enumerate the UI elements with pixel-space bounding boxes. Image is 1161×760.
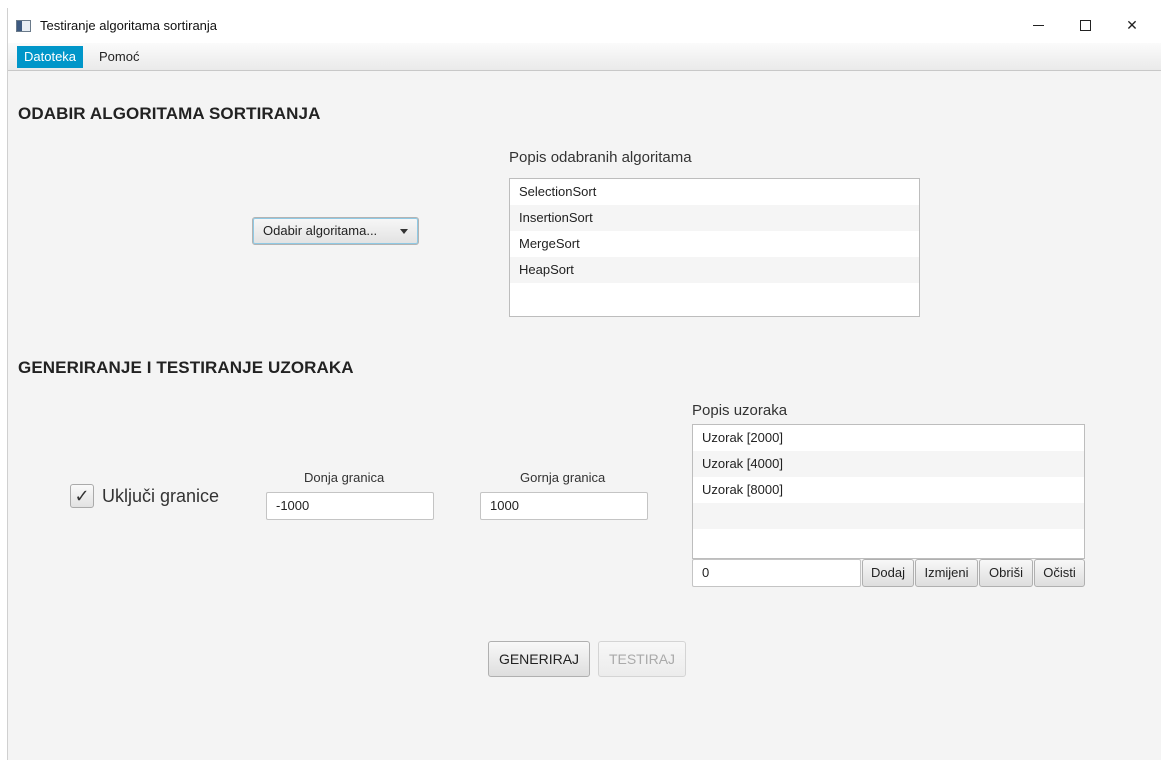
algorithm-select-value: Odabir algoritama... xyxy=(263,223,378,238)
maximize-button[interactable] xyxy=(1062,8,1108,43)
lower-bound-label: Donja granica xyxy=(304,470,385,485)
selected-algorithms-label: Popis odabranih algoritama xyxy=(509,149,692,166)
bounds-checkbox-label[interactable]: Uključi granice xyxy=(102,486,219,507)
upper-bound-label: Gornja granica xyxy=(520,470,606,485)
maximize-icon xyxy=(1079,20,1091,31)
close-button[interactable]: ✕ xyxy=(1109,8,1155,43)
samples-list[interactable]: Uzorak [2000] Uzorak [4000] Uzorak [8000… xyxy=(692,424,1085,559)
list-item-empty xyxy=(693,529,1084,555)
algorithms-section-title: ODABIR ALGORITAMA SORTIRANJA xyxy=(18,104,321,123)
title-bar[interactable]: Testiranje algoritama sortiranja ✕ xyxy=(8,8,1161,43)
samples-section-title: GENERIRANJE I TESTIRANJE UZORAKA xyxy=(18,358,354,377)
minimize-button[interactable] xyxy=(1015,8,1061,43)
list-item[interactable]: Uzorak [4000] xyxy=(693,451,1084,477)
menu-pomoc[interactable]: Pomoć xyxy=(92,46,146,68)
app-icon xyxy=(16,20,31,32)
delete-sample-button[interactable]: Obriši xyxy=(979,559,1033,587)
bounds-checkbox[interactable]: ✓ xyxy=(70,484,94,508)
add-sample-button[interactable]: Dodaj xyxy=(862,559,914,587)
bounds-checkbox-group[interactable]: ✓ Uključi granice xyxy=(70,483,219,509)
list-item[interactable]: HeapSort xyxy=(510,257,919,283)
list-item[interactable]: SelectionSort xyxy=(510,179,919,205)
generate-button[interactable]: GENERIRAJ xyxy=(488,641,590,677)
close-icon: ✕ xyxy=(1126,17,1138,33)
checkmark-icon: ✓ xyxy=(74,485,90,506)
clear-samples-button[interactable]: Očisti xyxy=(1034,559,1085,587)
selected-algorithms-list[interactable]: SelectionSort InsertionSort MergeSort He… xyxy=(509,178,920,317)
list-item-empty xyxy=(693,503,1084,529)
minimize-icon xyxy=(1032,25,1044,26)
chevron-down-icon xyxy=(400,229,408,234)
lower-bound-input[interactable]: -1000 xyxy=(266,492,434,520)
test-button[interactable]: TESTIRAJ xyxy=(598,641,686,677)
list-item-empty xyxy=(510,283,919,309)
app-window: Testiranje algoritama sortiranja ✕ Datot… xyxy=(7,8,1161,760)
menu-bar: Datoteka Pomoć xyxy=(8,43,1161,71)
edit-sample-button[interactable]: Izmijeni xyxy=(915,559,978,587)
list-item[interactable]: Uzorak [2000] xyxy=(693,425,1084,451)
sample-size-input[interactable]: 0 xyxy=(692,559,861,587)
list-item[interactable]: MergeSort xyxy=(510,231,919,257)
upper-bound-input[interactable]: 1000 xyxy=(480,492,648,520)
list-item[interactable]: Uzorak [8000] xyxy=(693,477,1084,503)
window-title: Testiranje algoritama sortiranja xyxy=(40,18,218,33)
menu-datoteka[interactable]: Datoteka xyxy=(17,46,84,68)
samples-list-label: Popis uzoraka xyxy=(692,402,788,419)
list-item[interactable]: InsertionSort xyxy=(510,205,919,231)
algorithm-select[interactable]: Odabir algoritama... xyxy=(252,217,419,245)
